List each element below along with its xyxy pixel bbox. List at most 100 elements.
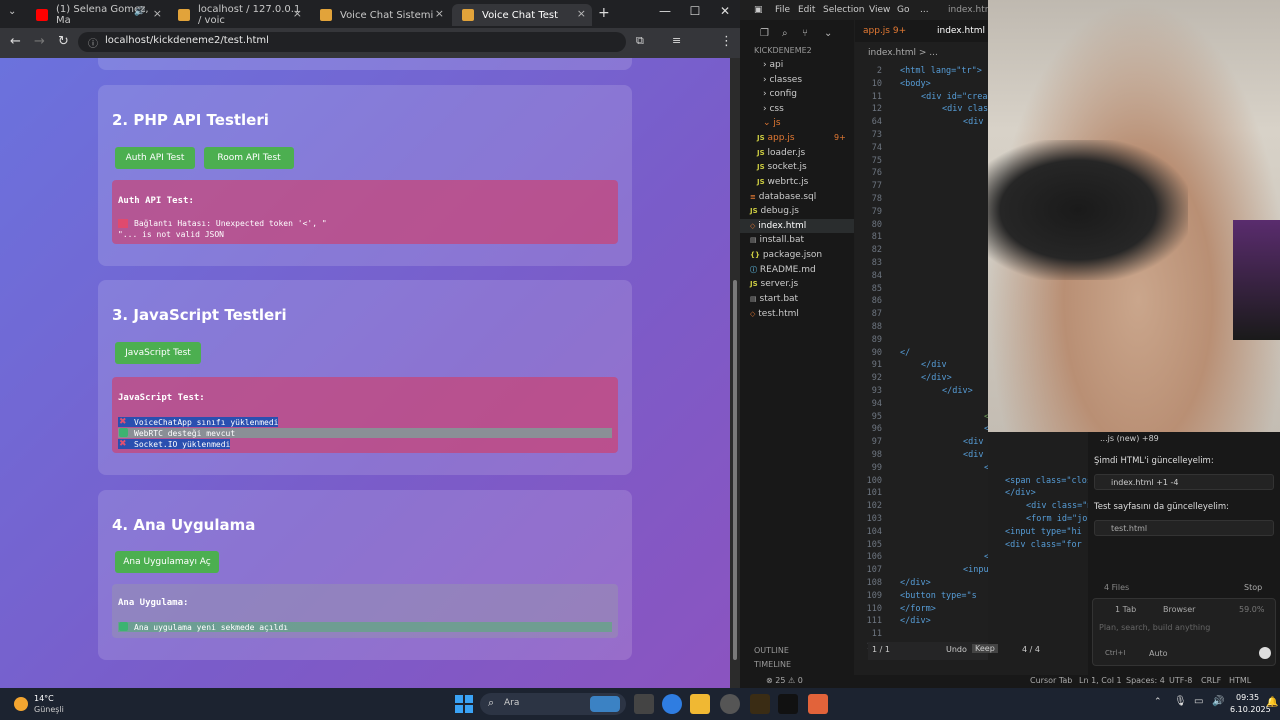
tab-voice-chat-test[interactable]: Voice Chat Test ×	[452, 4, 592, 26]
maximize-button[interactable]: ☐	[680, 4, 710, 18]
folder-api[interactable]: › api	[763, 60, 783, 70]
undo-button[interactable]: Undo	[946, 645, 967, 654]
javascript-test-button[interactable]: JavaScript Test	[115, 342, 201, 364]
start-button[interactable]	[455, 695, 473, 713]
mode-selector[interactable]: Auto	[1149, 649, 1168, 658]
scrollbar-thumb[interactable]	[733, 280, 737, 660]
menu-icon[interactable]: ⋮	[720, 34, 733, 49]
tab-index-html[interactable]: index.html	[937, 26, 985, 36]
display-icon[interactable]: ▭	[1194, 696, 1203, 707]
task-view-icon[interactable]	[634, 694, 654, 714]
xampp-control-icon[interactable]	[808, 694, 828, 714]
chat-input-box[interactable]: 1 Tab Browser 59.0% Plan, search, build …	[1092, 598, 1276, 666]
file-change-card[interactable]: index.html +1 -4	[1094, 474, 1274, 490]
notification-icon[interactable]: 🔔	[1266, 697, 1278, 708]
cursor-app-icon[interactable]	[778, 694, 798, 714]
tab-search-icon[interactable]: ⌄	[8, 6, 16, 17]
indent-status[interactable]: Spaces: 4	[1126, 676, 1165, 685]
microphone-icon[interactable]: 🎙	[1174, 696, 1187, 707]
folder-css[interactable]: › css	[763, 104, 784, 114]
chrome-icon[interactable]	[662, 694, 682, 714]
extensions-icon[interactable]: ⧉	[636, 34, 644, 48]
language-status[interactable]: HTML	[1229, 676, 1251, 685]
volume-icon[interactable]: 🔊	[1212, 696, 1224, 707]
cursor-tab-status[interactable]: Cursor Tab	[1030, 676, 1072, 685]
file-package-json[interactable]: {} package.json	[750, 250, 822, 260]
outline-section[interactable]: OUTLINE	[754, 646, 789, 655]
close-icon[interactable]: ×	[293, 7, 302, 20]
close-icon[interactable]: ×	[153, 7, 162, 20]
close-icon[interactable]: ×	[435, 7, 444, 20]
menu-more[interactable]: ...	[920, 5, 929, 15]
file-database-sql[interactable]: ≡ database.sql	[750, 192, 816, 202]
file-start-bat[interactable]: ▤ start.bat	[750, 294, 798, 304]
tab-youtube[interactable]: (1) Selena Gomez, Ma 🔊 ×	[26, 4, 168, 26]
file-app-js[interactable]: JS app.js	[757, 133, 795, 143]
back-icon[interactable]: ←	[10, 34, 21, 49]
media-icon[interactable]: ≡	[672, 34, 681, 47]
open-main-app-button[interactable]: Ana Uygulamayı Aç	[115, 551, 219, 573]
reload-icon[interactable]: ↻	[58, 34, 69, 49]
error-status[interactable]: ⊗ 25 ⚠ 0	[766, 676, 803, 685]
tab-app-js[interactable]: app.js 9+	[863, 26, 906, 36]
xampp-icon[interactable]	[750, 694, 770, 714]
command-center[interactable]: index.htm	[948, 5, 993, 15]
chat-input[interactable]: Plan, search, build anything	[1099, 623, 1210, 632]
send-button[interactable]	[1259, 647, 1271, 659]
folder-classes[interactable]: › classes	[763, 75, 802, 85]
menu-edit[interactable]: Edit	[798, 5, 815, 15]
site-info-icon[interactable]: ⓘ	[88, 35, 98, 50]
breadcrumb[interactable]: index.html > ...	[868, 48, 938, 58]
chevron-down-icon[interactable]: ⌄	[824, 28, 832, 39]
diff-file-nav[interactable]: 1 / 1	[872, 645, 890, 654]
folder-js[interactable]: ⌄ js	[763, 118, 781, 128]
clock-time[interactable]: 09:35	[1236, 693, 1259, 702]
stop-button[interactable]: Stop	[1244, 583, 1262, 592]
file-index-html[interactable]: ◇ index.html	[750, 221, 806, 231]
room-api-test-button[interactable]: Room API Test	[204, 147, 294, 169]
shortcut-chip[interactable]: Ctrl+I	[1105, 649, 1125, 657]
forward-icon[interactable]: →	[34, 34, 45, 49]
cursor-position[interactable]: Ln 1, Col 1	[1079, 676, 1122, 685]
weather-icon[interactable]	[14, 697, 28, 711]
file-socket-js[interactable]: JS socket.js	[757, 162, 807, 172]
file-loader-js[interactable]: JS loader.js	[757, 148, 805, 158]
file-debug-js[interactable]: JS debug.js	[750, 206, 799, 216]
menu-go[interactable]: Go	[897, 5, 909, 15]
folder-config[interactable]: › config	[763, 89, 797, 99]
file-webrtc-js[interactable]: JS webrtc.js	[757, 177, 808, 187]
file-install-bat[interactable]: ▤ install.bat	[750, 235, 804, 245]
file-server-js[interactable]: JS server.js	[750, 279, 798, 289]
close-icon[interactable]: ×	[577, 7, 586, 20]
timeline-section[interactable]: TIMELINE	[754, 660, 791, 669]
audio-icon[interactable]: 🔊	[134, 7, 145, 17]
source-control-icon[interactable]: ⑂	[802, 28, 808, 39]
search-icon[interactable]: ⌕	[782, 28, 788, 39]
clock-date[interactable]: 6.10.2025	[1230, 705, 1271, 714]
tray-chevron-icon[interactable]: ⌃	[1154, 697, 1162, 707]
file-readme-md[interactable]: ⓘ README.md	[750, 265, 816, 275]
files-count[interactable]: 4 Files	[1104, 583, 1129, 592]
settings-icon[interactable]	[720, 694, 740, 714]
menu-view[interactable]: View	[869, 5, 890, 15]
file-change-card[interactable]: test.html	[1094, 520, 1274, 536]
browser-context-chip[interactable]: Browser	[1163, 605, 1195, 614]
new-tab-button[interactable]: +	[598, 5, 610, 21]
menu-file[interactable]: File	[775, 5, 790, 15]
close-window-button[interactable]: ✕	[710, 4, 740, 18]
tab-phpmyadmin[interactable]: localhost / 127.0.0.1 / voic ×	[168, 4, 308, 26]
chat-file-header[interactable]: ...js (new) +89	[1100, 434, 1159, 443]
taskbar-search[interactable]: ⌕ Ara	[480, 693, 626, 715]
minimize-button[interactable]: —	[650, 4, 680, 18]
auth-api-test-button[interactable]: Auth API Test	[115, 147, 195, 169]
keep-button[interactable]: Keep	[972, 644, 998, 653]
menu-selection[interactable]: Selection	[823, 5, 864, 15]
tab-voice-chat[interactable]: Voice Chat Sistemi ×	[310, 4, 450, 26]
diff-change-nav[interactable]: 4 / 4	[1022, 645, 1040, 654]
file-test-html[interactable]: ◇ test.html	[750, 309, 799, 319]
encoding-status[interactable]: UTF-8	[1169, 676, 1192, 685]
files-icon[interactable]: ❐	[760, 28, 769, 39]
eol-status[interactable]: CRLF	[1201, 676, 1221, 685]
file-explorer-icon[interactable]	[690, 694, 710, 714]
tab-context-chip[interactable]: 1 Tab	[1115, 605, 1136, 614]
